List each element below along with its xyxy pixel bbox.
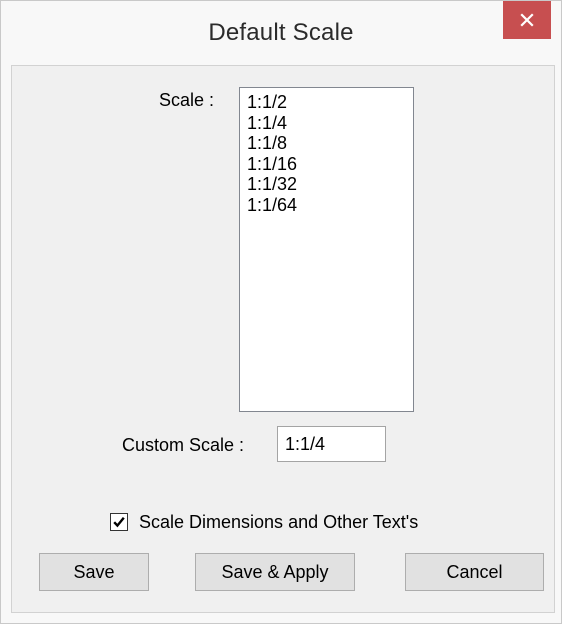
default-scale-dialog: Default Scale Scale : 1:1/2 1:1/4 1:1/8 … [0, 0, 562, 624]
list-item[interactable]: 1:1/4 [247, 113, 413, 134]
dialog-title: Default Scale [208, 19, 354, 46]
save-button[interactable]: Save [39, 553, 149, 591]
custom-scale-label: Custom Scale : [122, 435, 245, 455]
list-item[interactable]: 1:1/16 [247, 154, 413, 175]
cancel-button[interactable]: Cancel [405, 553, 544, 591]
close-icon [520, 13, 534, 27]
title-bar: Default Scale [1, 1, 561, 65]
checkmark-icon [113, 517, 125, 528]
scale-text-checkbox-label[interactable]: Scale Dimensions and Other Text's [139, 512, 418, 533]
scale-listbox[interactable]: 1:1/2 1:1/4 1:1/8 1:1/16 1:1/32 1:1/64 [239, 87, 414, 412]
list-item[interactable]: 1:1/8 [247, 133, 413, 154]
scale-label: Scale : [159, 90, 215, 110]
scale-text-checkbox[interactable] [110, 513, 128, 531]
list-item[interactable]: 1:1/2 [247, 92, 413, 113]
save-apply-button[interactable]: Save & Apply [195, 553, 355, 591]
list-item[interactable]: 1:1/64 [247, 195, 413, 216]
custom-scale-input[interactable] [277, 426, 386, 462]
close-button[interactable] [503, 1, 551, 39]
list-item[interactable]: 1:1/32 [247, 174, 413, 195]
